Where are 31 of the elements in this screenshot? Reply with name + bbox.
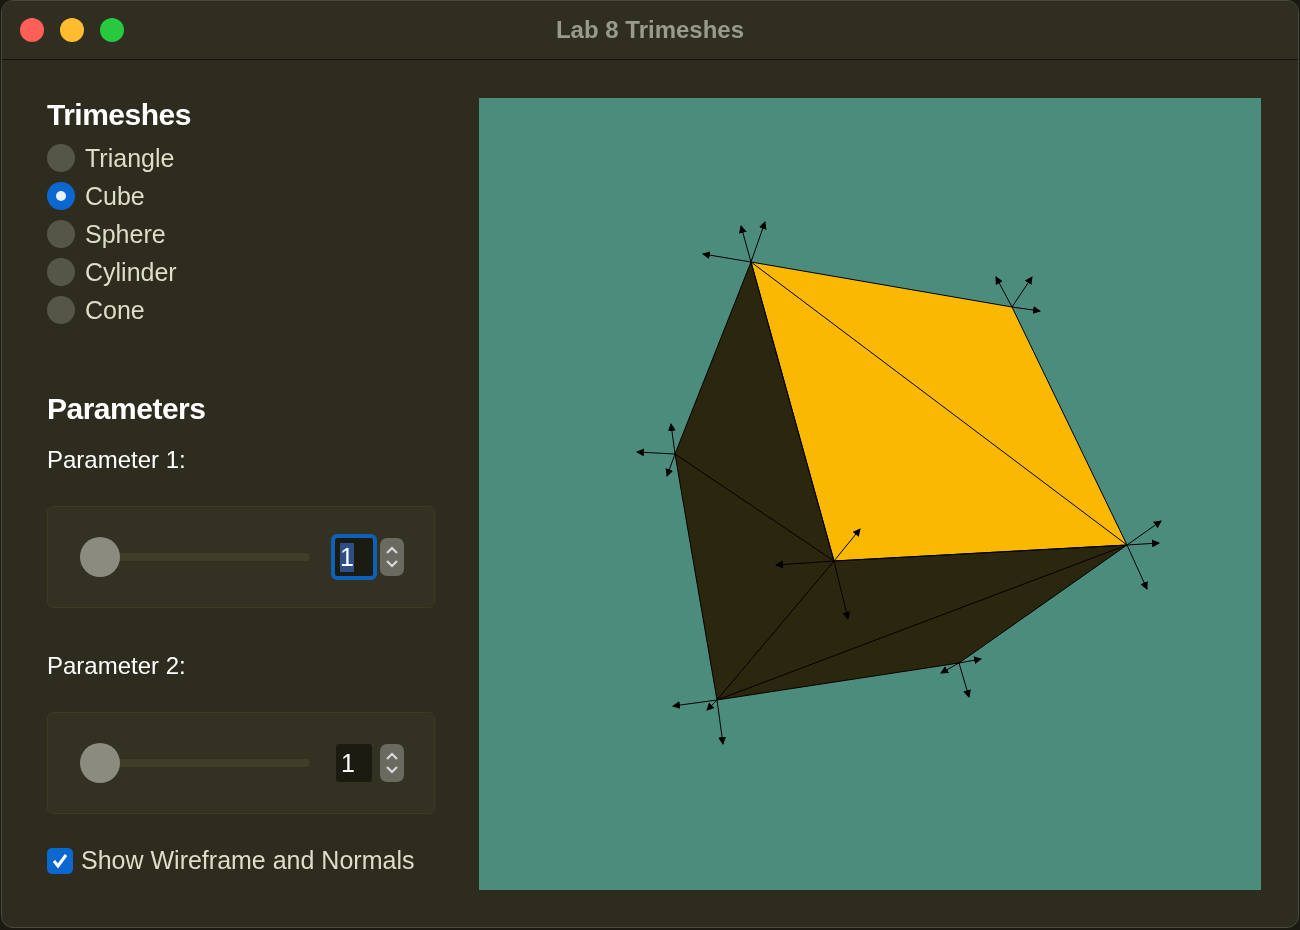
radio-button[interactable] bbox=[47, 296, 75, 324]
chevrons-icon bbox=[385, 750, 399, 776]
radio-label: Cube bbox=[85, 181, 145, 211]
checkbox[interactable] bbox=[47, 847, 73, 874]
radio-button[interactable] bbox=[47, 220, 75, 248]
radio-button[interactable] bbox=[47, 182, 75, 210]
radio-button[interactable] bbox=[47, 144, 75, 172]
number-field[interactable]: 1 bbox=[331, 534, 377, 580]
zoom-button[interactable] bbox=[100, 18, 124, 42]
section-heading: Trimeshes bbox=[47, 98, 192, 132]
stepper[interactable] bbox=[380, 744, 404, 782]
radio-label: Cylinder bbox=[85, 257, 177, 287]
radio-button[interactable] bbox=[47, 258, 75, 286]
radio-label: Triangle bbox=[85, 143, 175, 173]
section-heading: Parameters bbox=[47, 392, 207, 426]
number-field[interactable]: 1 bbox=[336, 744, 372, 782]
minimize-button[interactable] bbox=[60, 18, 84, 42]
stepper[interactable] bbox=[380, 538, 404, 576]
parameter-label: Parameter 2: bbox=[47, 652, 187, 680]
chevrons-icon bbox=[385, 544, 399, 570]
close-button[interactable] bbox=[20, 18, 44, 42]
parameter-label: Parameter 1: bbox=[47, 446, 187, 474]
check-icon bbox=[51, 851, 69, 870]
slider[interactable] bbox=[80, 743, 310, 783]
window-title: Lab 8 Trimeshes bbox=[555, 16, 745, 44]
slider[interactable] bbox=[80, 537, 310, 577]
checkbox-label: Show Wireframe and Normals bbox=[81, 846, 415, 875]
radio-label: Cone bbox=[85, 295, 145, 325]
slider-thumb[interactable] bbox=[80, 537, 120, 577]
slider-thumb[interactable] bbox=[80, 743, 120, 783]
radio-label: Sphere bbox=[85, 219, 166, 249]
